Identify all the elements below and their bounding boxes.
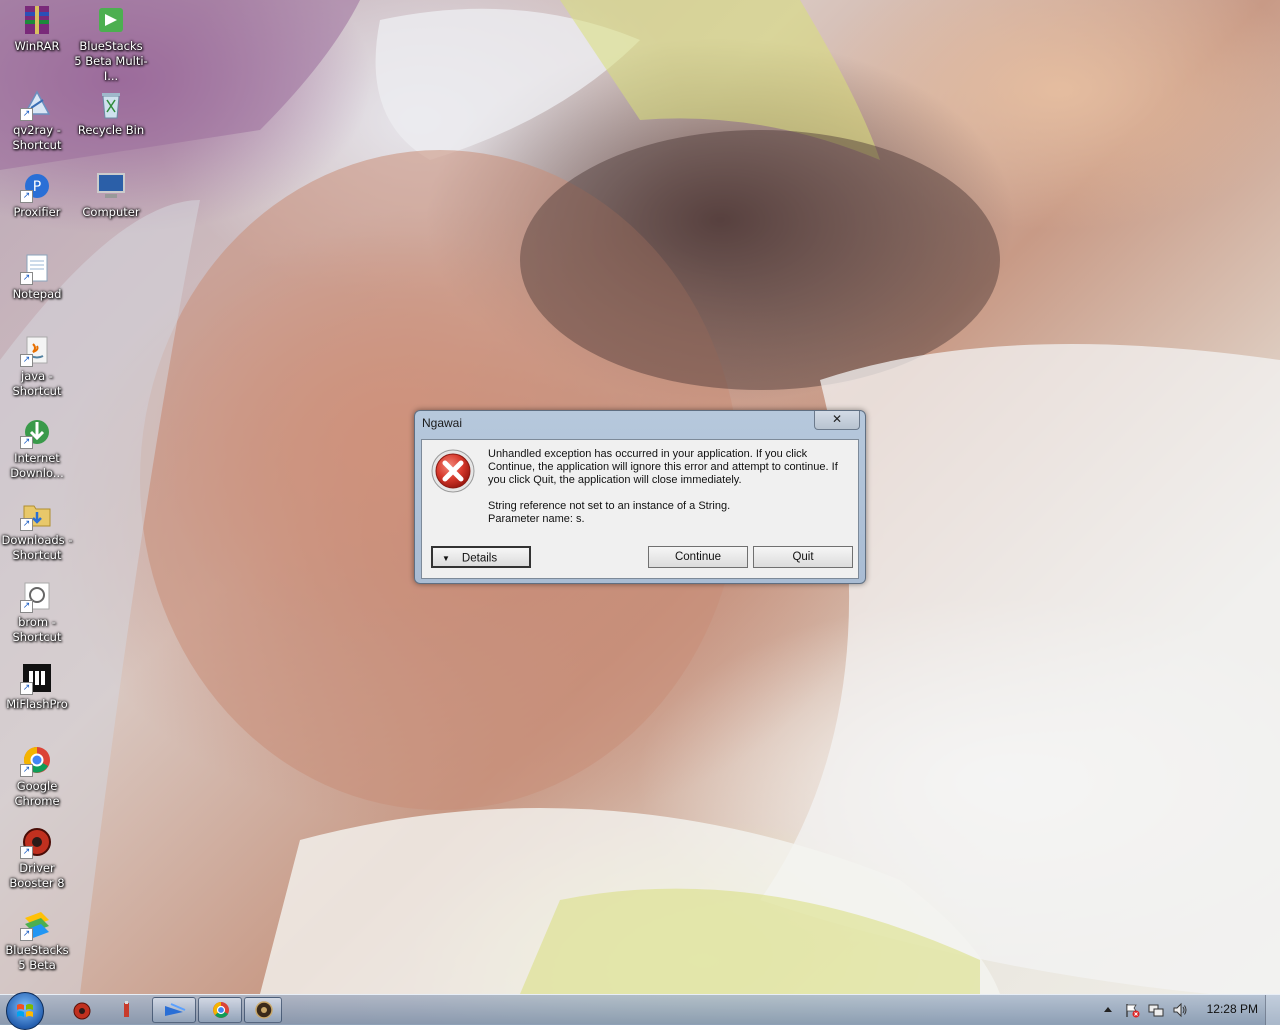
taskbar-clock[interactable]: 12:28 PM [1207,1002,1258,1016]
error-icon [431,449,475,493]
desktop-icon-bluestacks-multi-instance[interactable]: BlueStacks 5 Beta Multi-I... [74,4,148,84]
detail-line-2: Parameter name: s. [488,513,585,525]
continue-button[interactable]: Continue [648,546,748,568]
desktop-icon-chrome[interactable]: ↗ Google Chrome [0,744,74,809]
desktop-icon-bluestacks[interactable]: ↗ BlueStacks 5 Beta [0,908,74,973]
volume-button[interactable] [1172,1002,1188,1018]
error-message: Unhandled exception has occurred in your… [488,448,848,526]
taskbar-bluestacks[interactable] [152,997,196,1023]
shortcut-arrow-icon: ↗ [20,108,33,121]
desktop-icon-label: Proxifier [13,205,61,219]
desktop-icon-label: Downloads - Shortcut [1,533,73,562]
shortcut-arrow-icon: ↗ [20,928,33,941]
desktop-icon-recycle-bin[interactable]: Recycle Bin [74,88,148,138]
taskbar-usb[interactable] [112,997,140,1023]
shortcut-arrow-icon: ↗ [20,764,33,777]
chevron-down-icon: ▼ [442,554,450,563]
network-button[interactable] [1148,1002,1164,1018]
shortcut-arrow-icon: ↗ [20,682,33,695]
shortcut-arrow-icon: ↗ [20,354,33,367]
desktop-icon-label: BlueStacks 5 Beta Multi-I... [74,39,148,83]
show-hidden-icons-button[interactable] [1100,1002,1116,1018]
chrome-taskbar-icon [213,1002,229,1018]
quit-button[interactable]: Quit [753,546,853,568]
shortcut-arrow-icon: ↗ [20,436,33,449]
message-text: Unhandled exception has occurred in your… [488,448,838,486]
show-desktop-button[interactable] [1265,995,1280,1025]
winrar-icon [25,6,49,34]
desktop-icon-proxifier[interactable]: P ↗ Proxifier [0,170,74,220]
desktop-icon-notepad[interactable]: ↗ Notepad [0,252,74,302]
desktop-icon-label: Computer [82,205,140,219]
desktop-icon-computer[interactable]: Computer [74,170,148,220]
dialog-body: Unhandled exception has occurred in your… [421,439,859,579]
desktop-icon-label: BlueStacks 5 Beta [5,943,69,972]
action-center-flag-icon [1126,1004,1140,1018]
media-taskbar-icon [255,1001,273,1019]
show-hidden-icons-icon [1104,1007,1112,1012]
taskbar: 12:28 PM [0,992,1280,1030]
desktop-icon-miflashpro[interactable]: ↗ MiFlashPro [0,662,74,712]
error-dialog: Ngawai ✕ Unhandled exception has occurre… [414,410,866,584]
desktop-icon-driver-booster[interactable]: ↗ Driver Booster 8 [0,826,74,891]
computer-icon [97,173,125,198]
desktop-icon-label: Driver Booster 8 [9,861,65,890]
volume-icon [1173,1002,1187,1018]
network-icon [1148,1004,1164,1017]
bluestacks-multi-instance-icon [99,8,123,32]
desktop-icon-label: qv2ray - Shortcut [12,123,62,152]
shortcut-arrow-icon: ↗ [20,600,33,613]
desktop-icon-qv2ray[interactable]: ↗ qv2ray - Shortcut [0,88,74,153]
shortcut-arrow-icon: ↗ [20,518,33,531]
shortcut-arrow-icon: ↗ [20,846,33,859]
start-button[interactable] [6,992,44,1030]
shortcut-arrow-icon: ↗ [20,272,33,285]
desktop-icon-label: Notepad [12,287,62,301]
desktop-icon-java[interactable]: ↗ java - Shortcut [0,334,74,399]
recycle-bin-icon [102,93,120,119]
details-button[interactable]: ▼ Details [431,546,531,568]
desktop-icon-label: WinRAR [14,39,60,53]
desktop-icon-label: MiFlashPro [6,697,68,711]
details-label: Details [461,552,498,565]
desktop-icon-downloads-folder[interactable]: ↗ Downloads - Shortcut [0,498,74,563]
taskbar-chrome[interactable] [198,997,242,1023]
svg-text:P: P [33,179,41,195]
desktop-icon-brom[interactable]: ↗ brom - Shortcut [0,580,74,645]
close-button[interactable]: ✕ [814,411,860,430]
dialog-title: Ngawai [422,416,463,430]
desktop-icon-label: Internet Downlo... [10,451,64,480]
desktop-icon-internet-download-manager[interactable]: ↗ Internet Downlo... [0,416,74,481]
desktop-icon-label: java - Shortcut [12,369,62,398]
desktop-icon-winrar[interactable]: WinRAR [0,4,74,54]
driver-booster-taskbar-icon [73,1002,91,1020]
desktop-icon-label: Google Chrome [14,779,60,808]
bluestacks-taskbar-icon [165,1003,186,1016]
detail-line-1: String reference not set to an instance … [488,500,731,512]
taskbar-media[interactable] [244,997,282,1023]
action-center-button[interactable] [1124,1002,1140,1018]
desktop-icon-label: Recycle Bin [77,123,145,137]
taskbar-driver-booster[interactable] [68,997,96,1023]
windows-start-icon [17,1004,33,1017]
desktop-icon-label: brom - Shortcut [12,615,62,644]
shortcut-arrow-icon: ↗ [20,190,33,203]
usb-taskbar-icon [124,1001,129,1017]
